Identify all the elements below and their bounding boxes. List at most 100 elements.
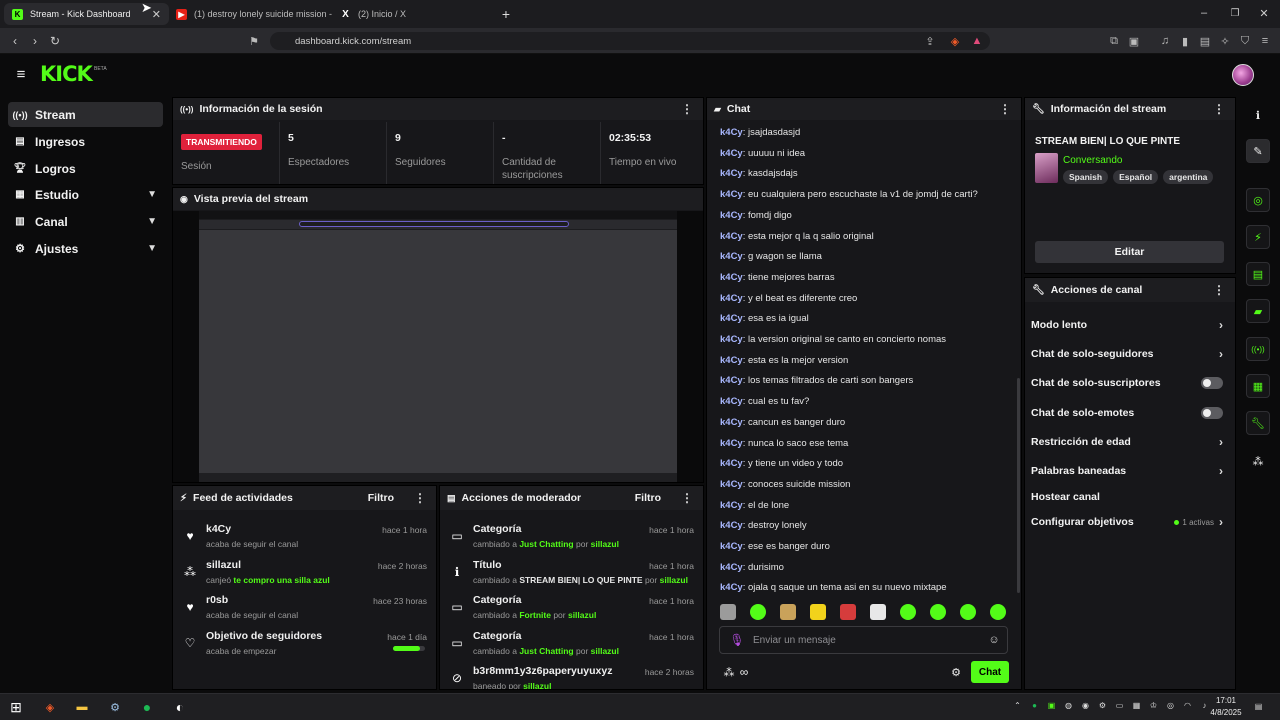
tab-x[interactable]: X (2) Inicio / X (332, 3, 497, 25)
action-slow-mode[interactable]: Modo lento › (1031, 314, 1223, 336)
extensions-icon[interactable]: ⧉ (1106, 33, 1122, 49)
chat-scrollbar[interactable] (1017, 378, 1020, 593)
vpn-icon[interactable]: ⛉ (1237, 33, 1253, 49)
tray-steam-icon[interactable]: ⚙ (1097, 700, 1108, 711)
chat-username[interactable]: k4Cy (720, 293, 743, 304)
rail-layout-icon[interactable]: ▦ (1246, 374, 1270, 398)
chat-username[interactable]: k4Cy (720, 168, 743, 179)
emote-icon[interactable] (930, 604, 946, 620)
tray-app-icon[interactable]: ◉ (1080, 700, 1091, 711)
sidebar-item-ajustes[interactable]: ⚙ Ajustes ▼ (8, 236, 163, 261)
chat-username[interactable]: k4Cy (720, 479, 743, 490)
filter-button[interactable]: Filtro (368, 492, 394, 504)
action-host-channel[interactable]: Hostear canal (1031, 486, 1223, 508)
more-options-icon[interactable]: ⋮ (1213, 102, 1225, 116)
more-options-icon[interactable]: ⋮ (1213, 283, 1225, 297)
tray-app3-icon[interactable]: ♔ (1148, 700, 1159, 711)
emote-icon[interactable] (840, 604, 856, 620)
emote-icon[interactable] (870, 604, 886, 620)
microphone-icon[interactable]: 🎙︎ (729, 633, 744, 647)
media-icon[interactable]: ♫ (1157, 33, 1173, 49)
new-tab-icon[interactable]: + (498, 6, 514, 22)
tray-nvidia-icon[interactable]: ▣ (1046, 700, 1057, 711)
rail-wrench-icon[interactable]: 🔧︎ (1246, 411, 1270, 435)
rail-activity-icon[interactable]: ⚡︎ (1246, 225, 1270, 249)
infinity-icon[interactable]: ∞ (737, 665, 751, 679)
tray-spotify-icon[interactable]: ● (1029, 700, 1040, 711)
chat-username[interactable]: k4Cy (720, 562, 743, 573)
more-options-icon[interactable]: ⋮ (414, 491, 426, 505)
emote-icon[interactable] (990, 604, 1006, 620)
rail-chat-icon[interactable]: ▰ (1246, 299, 1270, 323)
action-banned-words[interactable]: Palabras baneadas › (1031, 460, 1223, 482)
stream-preview-video[interactable] (173, 211, 703, 482)
sidebar-item-ingresos[interactable]: ▤ Ingresos (8, 129, 163, 154)
chat-username[interactable]: k4Cy (720, 520, 743, 531)
sidebar-toggle-icon[interactable]: ▮ (1177, 33, 1193, 49)
bookmark-icon[interactable]: ⚑ (246, 33, 262, 49)
edit-button[interactable]: Editar (1035, 241, 1224, 263)
steam-icon[interactable]: ⚙ (105, 697, 125, 717)
more-options-icon[interactable]: ⋮ (681, 102, 693, 116)
rail-broadcast-icon[interactable]: ((•)) (1246, 337, 1270, 361)
subscribers-only-toggle[interactable] (1201, 377, 1223, 389)
tray-up-icon[interactable]: ⌃ (1012, 700, 1023, 711)
sidebar-item-canal[interactable]: ▥ Canal ▼ (8, 209, 163, 234)
back-icon[interactable]: ‹ (7, 33, 23, 49)
emote-icon[interactable] (750, 604, 766, 620)
send-chat-button[interactable]: Chat (971, 661, 1009, 683)
windows-start-icon[interactable]: ⊞ (6, 697, 26, 717)
kick-logo[interactable]: KICK (40, 62, 93, 86)
chat-input[interactable]: 🎙︎ Enviar un mensaje ☺ (719, 626, 1008, 654)
info-icon[interactable]: ℹ (1250, 107, 1266, 123)
chat-username[interactable]: k4Cy (720, 313, 743, 324)
emote-icon[interactable] (900, 604, 916, 620)
action-age-restriction[interactable]: Restricción de edad › (1031, 431, 1223, 453)
reload-icon[interactable]: ↻ (47, 33, 63, 49)
emotes-only-toggle[interactable] (1201, 407, 1223, 419)
chat-username[interactable]: k4Cy (720, 231, 743, 242)
hamburger-menu-icon[interactable]: ≡ (13, 66, 29, 83)
rail-modactions-icon[interactable]: ▤ (1246, 262, 1270, 286)
clock-time[interactable]: 17:01 (1207, 696, 1245, 705)
chat-username[interactable]: k4Cy (720, 375, 743, 386)
brave-shield-icon[interactable]: ◈ (947, 33, 963, 49)
tab-youtube[interactable]: ▶ (1) destroy lonely suicide mission - Y… (168, 3, 333, 25)
obs-icon[interactable]: ◐ (170, 697, 190, 717)
share-icon[interactable]: ⇪ (922, 33, 938, 49)
chat-username[interactable]: k4Cy (720, 438, 743, 449)
emoji-icon[interactable]: ☺ (988, 634, 1000, 646)
tray-app2-icon[interactable]: ▦ (1131, 700, 1142, 711)
rail-session-icon[interactable]: ◎ (1246, 188, 1270, 212)
chat-settings-gear-icon[interactable]: ⚙ (949, 665, 963, 679)
address-bar[interactable]: dashboard.kick.com/stream (270, 32, 990, 50)
brave-taskbar-icon[interactable]: ◈ (40, 697, 60, 717)
screenshot-icon[interactable]: ▣ (1126, 33, 1142, 49)
chat-username[interactable]: k4Cy (720, 500, 743, 511)
chat-username[interactable]: k4Cy (720, 210, 743, 221)
chat-username[interactable]: k4Cy (720, 541, 743, 552)
tray-discord-icon[interactable]: ◍ (1063, 700, 1074, 711)
filter-button[interactable]: Filtro (635, 492, 661, 504)
tray-monitor-icon[interactable]: ▭ (1114, 700, 1125, 711)
clock-date[interactable]: 4/8/2025 (1203, 708, 1249, 717)
spotify-icon[interactable]: ● (137, 697, 157, 717)
user-avatar[interactable] (1232, 64, 1254, 86)
sidebar-item-stream[interactable]: ((•)) Stream (8, 102, 163, 127)
notifications-icon[interactable]: ▤ (1253, 701, 1264, 712)
chat-username[interactable]: k4Cy (720, 458, 743, 469)
chat-username[interactable]: k4Cy (720, 355, 743, 366)
chat-username[interactable]: k4Cy (720, 251, 743, 262)
kick-points-icon[interactable]: ⁂ (722, 665, 736, 679)
wifi-icon[interactable]: ◠ (1182, 700, 1193, 711)
brave-rewards-icon[interactable]: ▲ (969, 33, 985, 49)
restore-icon[interactable]: ❐ (1228, 6, 1242, 20)
forward-icon[interactable]: › (27, 33, 43, 49)
menu-icon[interactable]: ≡ (1257, 33, 1273, 49)
action-configure-goals[interactable]: Configurar objetivos 1 activas › (1031, 511, 1223, 533)
category-name[interactable]: Conversando (1063, 155, 1122, 166)
sidebar-item-estudio[interactable]: ▦ Estudio ▼ (8, 182, 163, 207)
tray-app4-icon[interactable]: ◎ (1165, 700, 1176, 711)
leo-ai-icon[interactable]: ✧ (1217, 33, 1233, 49)
more-options-icon[interactable]: ⋮ (999, 102, 1011, 116)
